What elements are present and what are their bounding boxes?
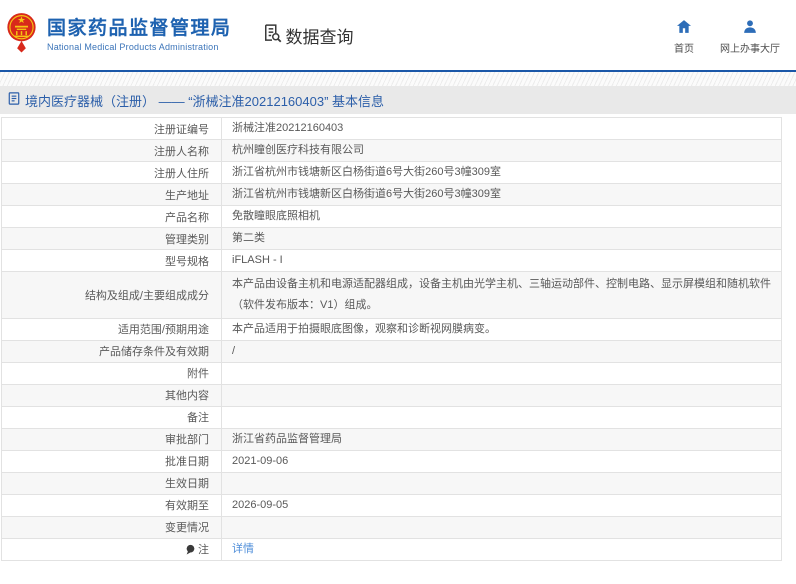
row-value: 2021-09-06: [221, 449, 782, 473]
nav-item-label: 首页: [674, 44, 694, 55]
row-value: 免散瞳眼底照相机: [221, 205, 782, 228]
breadcrumb-text: 境内医疗器械（注册） —— “浙械注准20212160403” 基本信息: [25, 93, 385, 109]
table-row: 变更情况: [1, 515, 782, 539]
row-value: [221, 383, 782, 407]
row-label: 型号规格: [1, 249, 222, 272]
row-label: 附件: [1, 361, 222, 385]
detail-link[interactable]: 详情: [232, 543, 254, 555]
table-row: 适用范围/预期用途 本产品适用于拍摄眼底图像，观察和诊断视网膜病变。: [1, 317, 782, 341]
document-search-icon: [262, 23, 282, 48]
breadcrumb: 境内医疗器械（注册） —— “浙械注准20212160403” 基本信息: [0, 86, 796, 114]
row-label: 产品名称: [1, 205, 222, 228]
org-subtitle: National Medical Products Administration: [47, 41, 219, 52]
nav-item-label: 网上办事大厅: [720, 44, 780, 55]
row-value: 本产品由设备主机和电源适配器组成，设备主机由光学主机、三轴运动部件、控制电路、显…: [221, 271, 782, 319]
row-value: 浙江省杭州市钱塘新区白杨街道6号大街260号3幢309室: [221, 183, 782, 206]
top-nav: 首页 网上办事大厅: [674, 20, 780, 55]
nav-item-service-hall[interactable]: 网上办事大厅: [720, 20, 780, 55]
row-label: 有效期至: [1, 493, 222, 517]
info-table: 注册证编号 浙械注准20212160403 注册人名称 杭州瞳创医疗科技有限公司 注册人…: [1, 117, 782, 561]
row-label: 生产地址: [1, 183, 222, 206]
row-value: 第二类: [221, 227, 782, 250]
row-label: 结构及组成/主要组成成分: [1, 271, 222, 319]
row-value: [221, 471, 782, 495]
row-label: 注: [1, 537, 222, 561]
row-value: 2026-09-05: [221, 493, 782, 517]
row-label: 管理类别: [1, 227, 222, 250]
table-row: 批准日期 2021-09-06: [1, 449, 782, 473]
site-logo: 国家药品监督管理局 National Medical Products Admi…: [7, 12, 232, 59]
row-label: 其他内容: [1, 383, 222, 407]
row-label: 备注: [1, 405, 222, 429]
row-value: 详情: [221, 537, 782, 561]
table-row: 产品储存条件及有效期 /: [1, 339, 782, 363]
row-label: 审批部门: [1, 427, 222, 451]
table-row: 结构及组成/主要组成成分 本产品由设备主机和电源适配器组成，设备主机由光学主机、三…: [1, 271, 782, 319]
row-label: 批准日期: [1, 449, 222, 473]
row-value: 杭州瞳创医疗科技有限公司: [221, 139, 782, 162]
table-row: 注详情: [1, 537, 782, 561]
table-row: 附件: [1, 361, 782, 385]
header: 国家药品监督管理局 National Medical Products Admi…: [0, 0, 796, 72]
row-value: 浙江省杭州市钱塘新区白杨街道6号大街260号3幢309室: [221, 161, 782, 184]
row-value: 浙械注准20212160403: [221, 117, 782, 140]
row-value: iFLASH - I: [221, 249, 782, 272]
table-row: 注册人住所 浙江省杭州市钱塘新区白杨街道6号大街260号3幢309室: [1, 161, 782, 184]
row-label: 生效日期: [1, 471, 222, 495]
row-label: 变更情况: [1, 515, 222, 539]
table-row: 型号规格 iFLASH - I: [1, 249, 782, 272]
table-row: 生效日期: [1, 471, 782, 495]
org-title: 国家药品监督管理局: [47, 18, 232, 40]
data-query-nav[interactable]: 数据查询: [262, 23, 354, 48]
table-row: 有效期至 2026-09-05: [1, 493, 782, 517]
person-icon: [743, 20, 757, 36]
row-label: 产品储存条件及有效期: [1, 339, 222, 363]
document-icon: [8, 92, 20, 108]
table-row: 生产地址 浙江省杭州市钱塘新区白杨街道6号大街260号3幢309室: [1, 183, 782, 206]
note-icon: [185, 544, 196, 558]
table-row: 备注: [1, 405, 782, 429]
row-value: 浙江省药品监督管理局: [221, 427, 782, 451]
row-value: [221, 361, 782, 385]
row-label: 注册人名称: [1, 139, 222, 162]
row-value: [221, 515, 782, 539]
table-row: 注册人名称 杭州瞳创医疗科技有限公司: [1, 139, 782, 162]
table-row: 审批部门 浙江省药品监督管理局: [1, 427, 782, 451]
org-names: 国家药品监督管理局 National Medical Products Admi…: [47, 18, 232, 52]
row-value: [221, 405, 782, 429]
nav-item-home[interactable]: 首页: [674, 20, 694, 55]
data-query-label: 数据查询: [285, 27, 354, 47]
table-row: 管理类别 第二类: [1, 227, 782, 250]
striped-divider: [0, 72, 796, 86]
row-label: 注册人住所: [1, 161, 222, 184]
row-label: 适用范围/预期用途: [1, 317, 222, 341]
row-value: 本产品适用于拍摄眼底图像，观察和诊断视网膜病变。: [221, 317, 782, 341]
table-row: 注册证编号 浙械注准20212160403: [1, 117, 782, 140]
home-icon: [677, 20, 691, 36]
row-value: /: [221, 339, 782, 363]
row-label: 注册证编号: [1, 117, 222, 140]
table-row: 其他内容: [1, 383, 782, 407]
national-emblem-icon: [7, 12, 36, 59]
info-table-body: 注册证编号 浙械注准20212160403 注册人名称 杭州瞳创医疗科技有限公司 注册人…: [1, 117, 782, 561]
table-row: 产品名称 免散瞳眼底照相机: [1, 205, 782, 228]
